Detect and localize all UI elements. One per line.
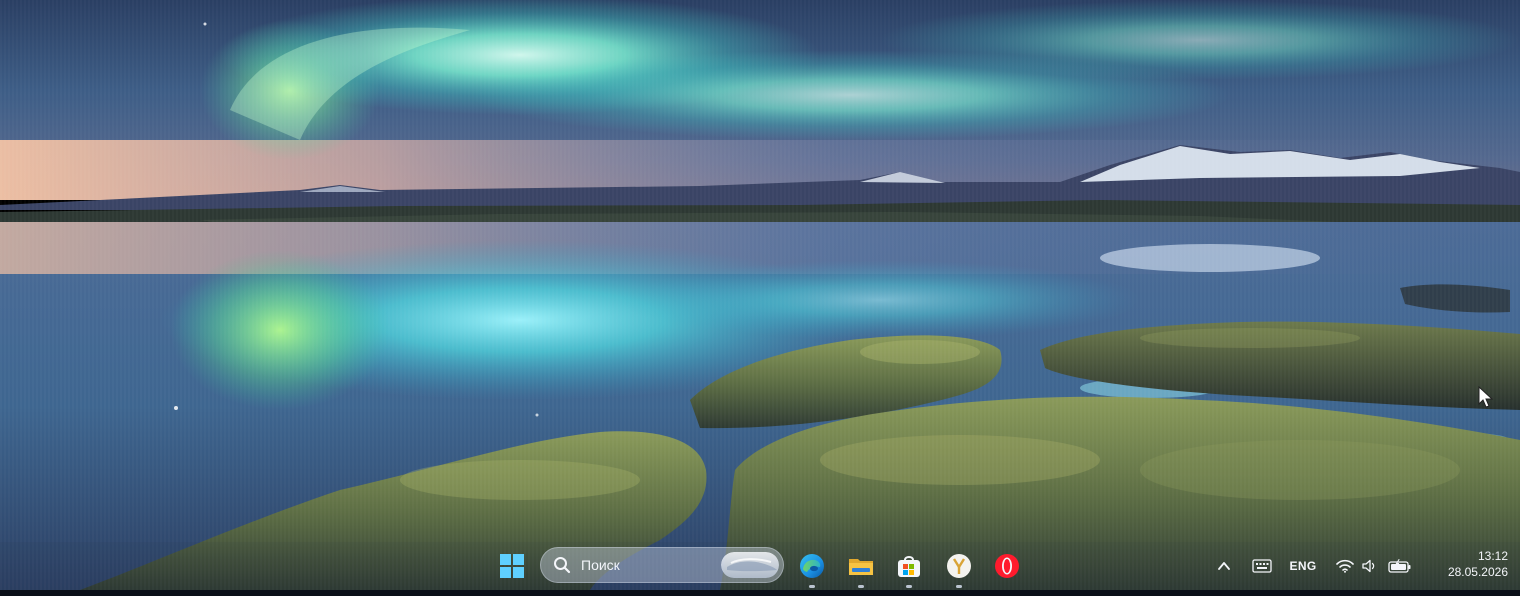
edge-icon [800,554,824,578]
search-label: Поиск [581,557,620,573]
running-indicator [956,585,962,588]
battery-button[interactable] [1386,556,1414,576]
input-language-label: ENG [1289,559,1317,573]
running-indicator [858,585,864,588]
desktop-wallpaper [0,0,1520,596]
taskbar-file-explorer-button[interactable] [845,550,877,588]
folder-icon [849,559,873,575]
store-bag-icon [898,556,920,577]
search-icon [554,557,571,574]
opera-icon [995,554,1019,578]
input-language-button[interactable]: ENG [1286,556,1320,576]
taskbar-opera-button[interactable] [991,550,1023,582]
mouse-cursor-icon [1478,386,1494,408]
taskbar-edge-button[interactable] [796,550,828,588]
monitor-bezel [0,590,1520,596]
search-highlight-image [721,552,779,578]
wifi-icon [1336,559,1354,573]
clock-date: 28.05.2026 [1447,565,1508,579]
volume-button[interactable] [1360,556,1380,576]
taskbar-microsoft-store-button[interactable] [893,550,925,588]
taskbar-search-box[interactable]: Поиск [540,547,784,583]
touch-keyboard-button[interactable] [1250,556,1274,576]
windows-logo-icon [500,554,524,578]
clock-time: 13:12 [1477,549,1508,563]
network-button[interactable] [1334,556,1356,576]
tray-overflow-button[interactable] [1214,556,1234,576]
taskbar-clock[interactable]: 13:12 28.05.2026 [1422,548,1508,584]
yandex-browser-icon [947,554,971,578]
start-button[interactable] [496,550,528,582]
running-indicator [906,585,912,588]
volume-icon [1362,559,1375,573]
taskbar-yandex-browser-button[interactable] [943,550,975,588]
chevron-up-icon [1218,562,1230,570]
running-indicator [809,585,815,588]
keyboard-icon [1252,559,1272,573]
taskbar: Поиск ENG 13:12 28.05.2026 [0,542,1520,590]
battery-icon [1388,559,1411,573]
desktop: Поиск ENG 13:12 28.05.2026 [0,0,1520,596]
